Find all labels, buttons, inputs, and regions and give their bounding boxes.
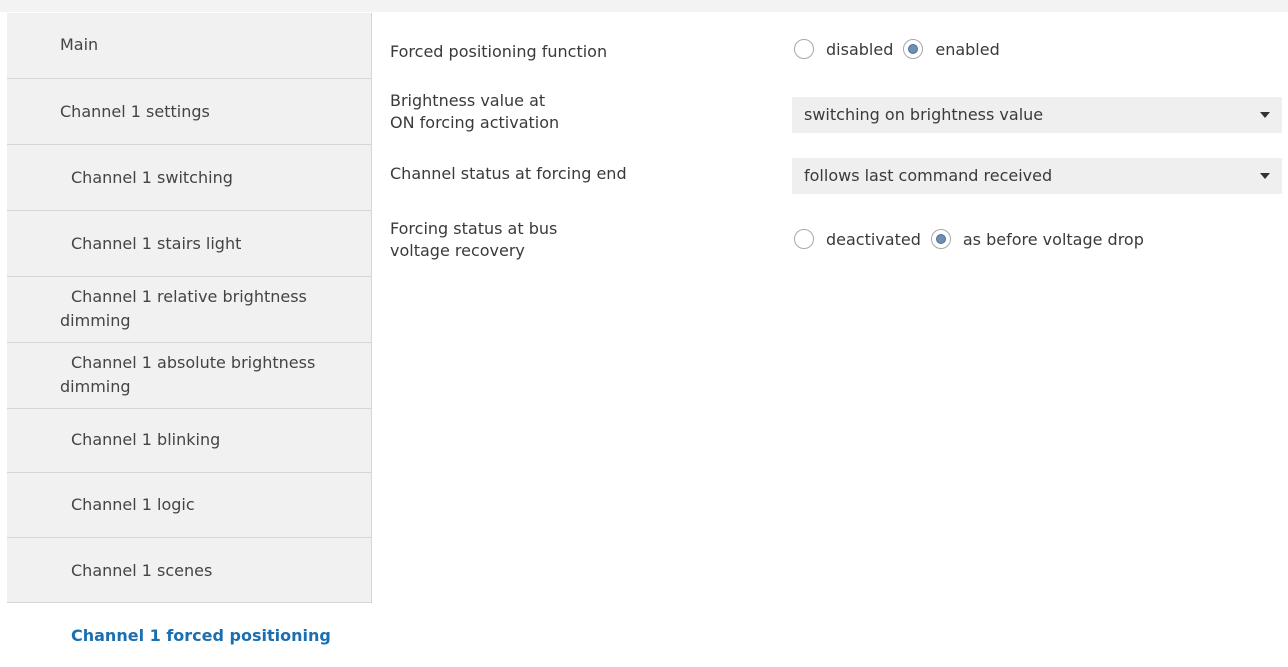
radio-label: enabled (935, 39, 1000, 59)
radio-circle-icon (794, 39, 814, 59)
sidebar-item-label: Channel 1 stairs light (71, 234, 242, 253)
param-label-line: voltage recovery (390, 241, 525, 260)
param-label-line: ON forcing activation (390, 113, 560, 132)
sidebar-item-label: Channel 1 absolute brightness dimming (60, 353, 316, 396)
sidebar-item-label: Main (60, 35, 99, 54)
radio-selected-icon (903, 39, 924, 59)
radio-circle-icon (794, 229, 814, 249)
sidebar-item-main[interactable]: Main (7, 13, 372, 79)
sidebar-item-channel-1-switching[interactable]: Channel 1 switching (7, 145, 372, 211)
sidebar-item-label: Channel 1 forced positioning (71, 626, 331, 645)
param-label-bus-recovery: Forcing status at bus voltage recovery (390, 218, 750, 262)
param-label-status-end: Channel status at forcing end (390, 164, 627, 183)
sidebar-item-channel-1-stairs-light[interactable]: Channel 1 stairs light (7, 211, 372, 277)
top-strip (0, 0, 1288, 12)
radio-label: as before voltage drop (962, 229, 1144, 249)
sidebar-item-label: Channel 1 relative brightness dimming (60, 287, 307, 330)
sidebar-item-label: Channel 1 settings (60, 102, 210, 121)
select-value: switching on brightness value (804, 105, 1044, 124)
param-label-line: Brightness value at (390, 91, 546, 110)
radio-as-before-voltage-drop[interactable]: as before voltage drop (930, 229, 1144, 249)
sidebar-item-label: Channel 1 blinking (71, 430, 221, 449)
sidebar-item-channel-1-forced-positioning[interactable]: Channel 1 forced positioning (7, 603, 372, 667)
bus-recovery-radio-group: deactivated as before voltage drop (794, 229, 1154, 249)
radio-enabled[interactable]: enabled (903, 39, 1000, 59)
radio-deactivated[interactable]: deactivated (794, 229, 921, 249)
param-label-brightness-on: Brightness value at ON forcing activatio… (390, 90, 750, 134)
sidebar-item-channel-1-settings[interactable]: Channel 1 settings (7, 79, 372, 145)
select-value: follows last command received (804, 166, 1053, 185)
sidebar-nav: Main Channel 1 settings Channel 1 switch… (7, 13, 373, 667)
sidebar-item-label: Channel 1 logic (71, 495, 195, 514)
sidebar-item-channel-1-absolute-dimming[interactable]: Channel 1 absolute brightness dimming (7, 343, 372, 409)
chevron-down-icon (1260, 173, 1270, 179)
radio-disabled[interactable]: disabled (794, 39, 893, 59)
param-label-line: Forcing status at bus (390, 219, 558, 238)
radio-selected-icon (930, 229, 951, 249)
sidebar-item-channel-1-scenes[interactable]: Channel 1 scenes (7, 538, 372, 603)
sidebar-item-channel-1-blinking[interactable]: Channel 1 blinking (7, 409, 372, 473)
chevron-down-icon (1260, 112, 1270, 118)
param-label-forced-positioning: Forced positioning function (390, 42, 608, 61)
sidebar-item-channel-1-logic[interactable]: Channel 1 logic (7, 473, 372, 538)
forced-positioning-radio-group: disabled enabled (794, 39, 1010, 59)
radio-label: disabled (826, 39, 894, 59)
radio-label: deactivated (826, 229, 921, 249)
parameter-panel: Forced positioning function disabled ena… (374, 13, 1288, 667)
sidebar-item-channel-1-relative-dimming[interactable]: Channel 1 relative brightness dimming (7, 277, 372, 343)
status-end-select[interactable]: follows last command received (792, 158, 1282, 194)
brightness-on-select[interactable]: switching on brightness value (792, 97, 1282, 133)
sidebar-item-label: Channel 1 scenes (71, 561, 213, 580)
sidebar-item-label: Channel 1 switching (71, 168, 233, 187)
